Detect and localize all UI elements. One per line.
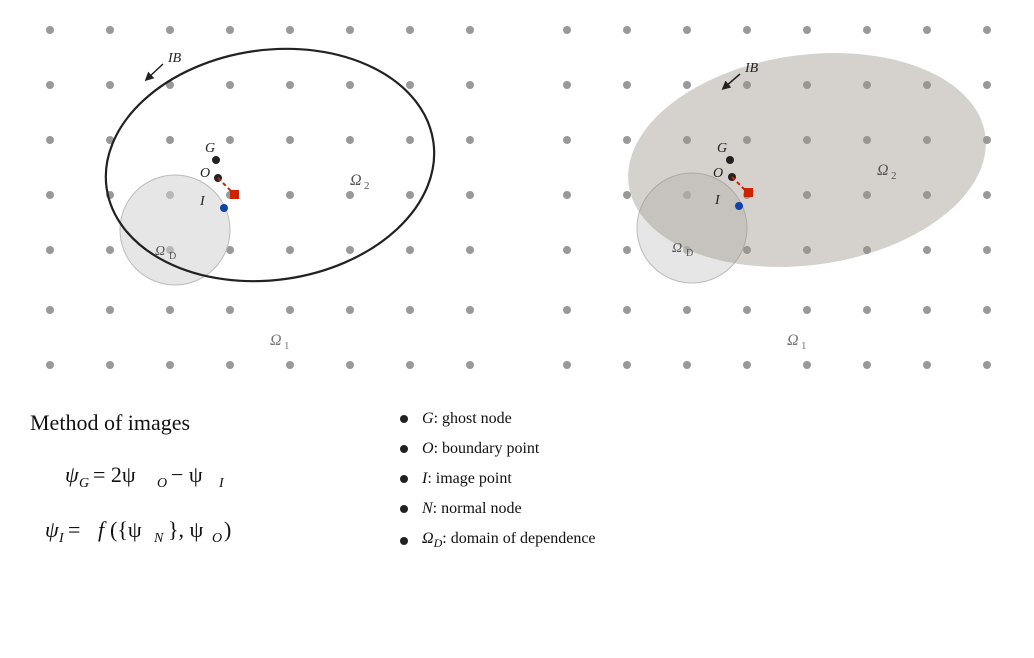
svg-text:= 2ψ: = 2ψ [93,462,136,487]
svg-text:IB: IB [167,51,182,66]
svg-text:({ψ: ({ψ [110,517,142,542]
svg-text:Ω: Ω [270,332,282,349]
svg-text:O: O [200,166,210,181]
svg-text:2: 2 [364,180,370,192]
right-diagram: IB G O I [517,0,1034,390]
svg-text:G: G [205,141,215,156]
svg-text:f: f [98,517,107,542]
svg-text:1: 1 [801,340,807,352]
svg-text:G: G [717,141,727,156]
legend-text-G: G: ghost node [422,410,512,428]
legend-item-O: O: boundary point [400,440,1004,458]
svg-text:Ω: Ω [350,172,362,189]
legend-text-O: O: boundary point [422,440,539,458]
svg-text:I: I [58,531,65,546]
legend-item-N: N: normal node [400,500,1004,518]
svg-text:O: O [713,166,723,181]
svg-text:D: D [686,248,693,259]
svg-text:− ψ: − ψ [171,462,203,487]
formula1: ψ G = 2ψ O − ψ I [30,454,340,499]
svg-text:I: I [218,476,225,491]
bottom-row: Method of images ψ G = 2ψ O − ψ I ψ I [0,390,1034,658]
svg-text:Ω: Ω [787,332,799,349]
svg-text:=: = [68,517,80,542]
bullet-N [400,505,408,513]
svg-text:2: 2 [891,170,897,182]
legend-text-N: N: normal node [422,500,522,518]
svg-text:D: D [169,251,176,262]
svg-text:ψ: ψ [45,517,59,542]
svg-text:O: O [157,476,167,491]
formula2: ψ I = f ({ψ N }, ψ O ) [30,509,340,554]
bullet-O [400,445,408,453]
legend-item-I: I: image point [400,470,1004,488]
method-title: Method of images [30,410,340,436]
legend-text-OmegaD: ΩD: domain of dependence [422,530,596,551]
bullet-OmegaD [400,537,408,545]
main-container: IB G O I [0,0,1034,658]
svg-text:ψ: ψ [65,462,79,487]
svg-text:): ) [224,517,231,542]
legend-item-G: G: ghost node [400,410,1004,428]
legend-text-I: I: image point [422,470,512,488]
bullet-I [400,475,408,483]
bullet-G [400,415,408,423]
svg-text:Ω: Ω [672,241,682,256]
diagrams-row: IB G O I [0,0,1034,390]
svg-text:Ω: Ω [877,162,889,179]
legend-panel: G: ghost node O: boundary point I: image… [340,410,1004,563]
svg-text:}, ψ: }, ψ [168,517,204,542]
svg-text:Ω: Ω [155,244,165,259]
legend-item-OmegaD: ΩD: domain of dependence [400,530,1004,551]
left-diagram: IB G O I [0,0,517,390]
left-panel: Method of images ψ G = 2ψ O − ψ I ψ I [30,410,340,564]
svg-text:G: G [79,476,89,491]
svg-text:O: O [212,531,222,546]
svg-text:N: N [153,531,164,546]
svg-text:IB: IB [744,61,759,76]
svg-text:1: 1 [284,340,290,352]
